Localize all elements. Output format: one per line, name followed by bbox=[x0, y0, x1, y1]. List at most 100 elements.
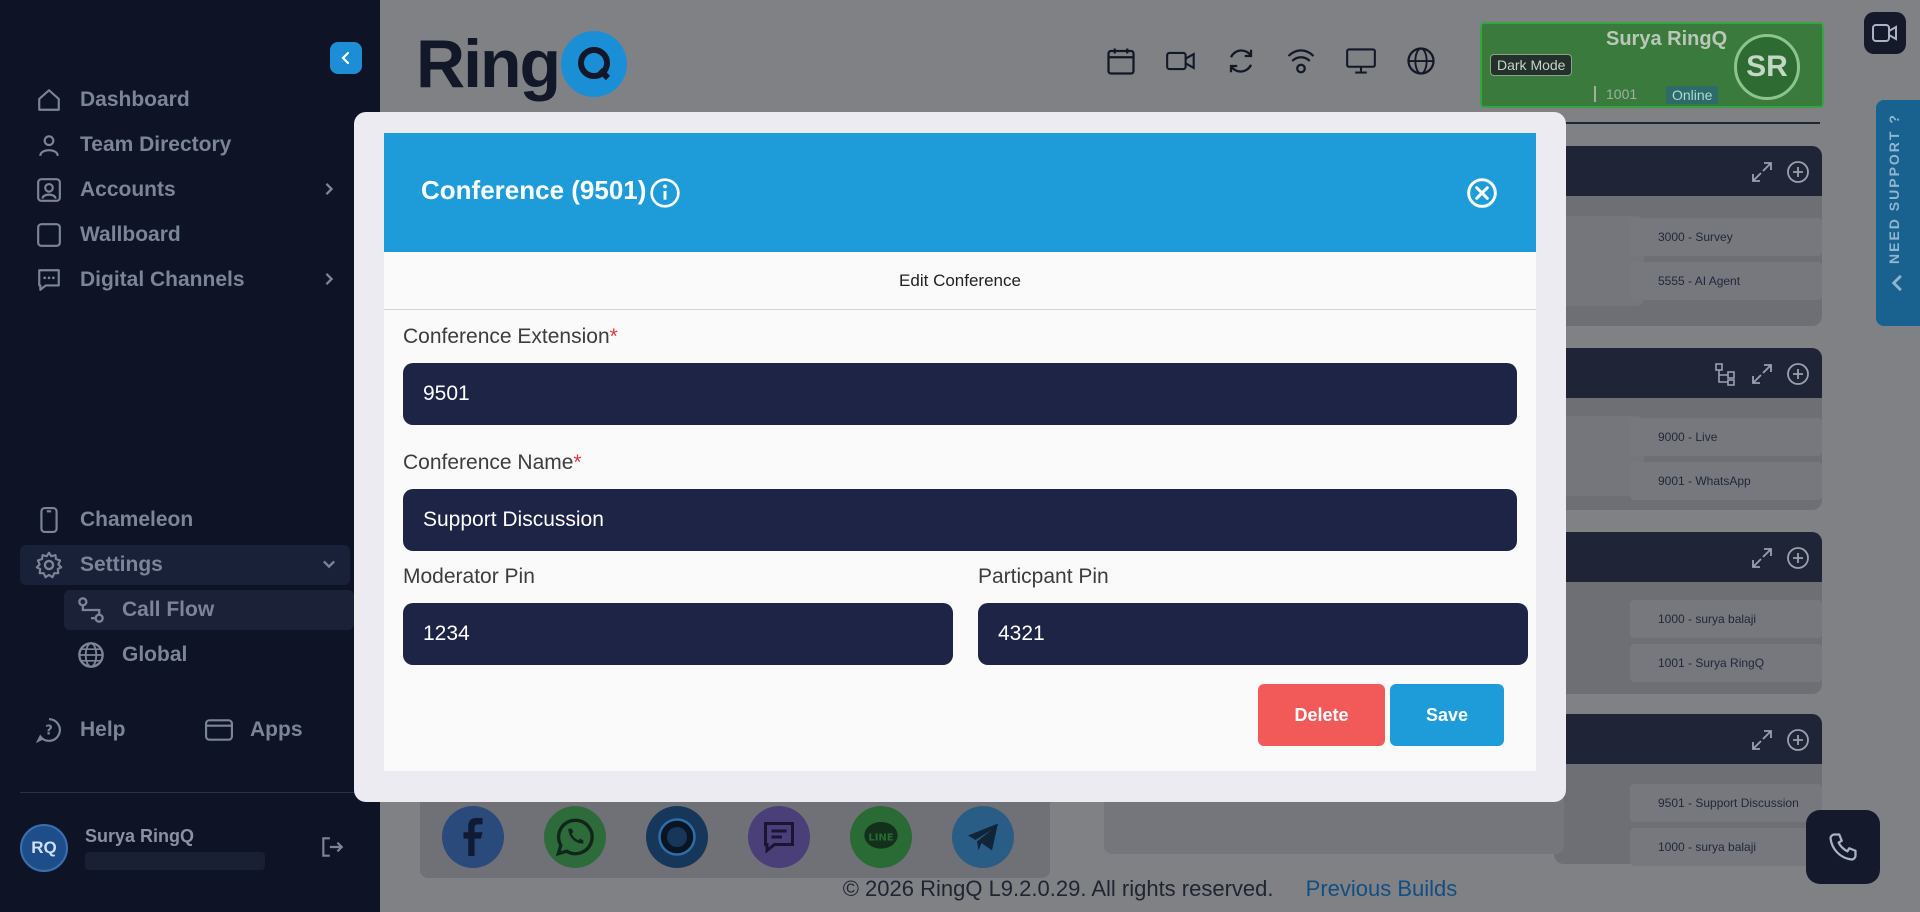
need-support-label: NEED SUPPORT ? bbox=[1886, 113, 1902, 264]
delete-button[interactable]: Delete bbox=[1258, 684, 1385, 746]
avatar[interactable]: RQ bbox=[20, 824, 68, 872]
video-call-button[interactable] bbox=[1864, 12, 1906, 54]
globe-icon bbox=[76, 640, 106, 670]
profile-card[interactable]: Surya RingQ Dark Mode 1001 Online SR bbox=[1480, 22, 1824, 108]
expand-icon[interactable] bbox=[1750, 362, 1774, 386]
logo-q-icon bbox=[561, 31, 628, 97]
chevron-down-icon bbox=[323, 560, 335, 569]
flow-card: 9501 - Support Discussion 1000 - surya b… bbox=[1104, 714, 1822, 866]
account-icon bbox=[34, 175, 64, 205]
sidebar-item-label: Global bbox=[122, 643, 188, 666]
moderator-pin-label: Moderator Pin bbox=[403, 565, 535, 588]
telegram-icon[interactable] bbox=[952, 806, 1014, 868]
phone-icon bbox=[1829, 833, 1857, 861]
sidebar: Dashboard Team Directory Accounts Wallbo… bbox=[0, 0, 380, 912]
apps-icon bbox=[204, 715, 234, 745]
home-icon bbox=[34, 85, 64, 115]
avatar[interactable]: SR bbox=[1734, 34, 1800, 100]
wifi-icon[interactable] bbox=[1286, 46, 1316, 76]
sidebar-user: RQ Surya RingQ bbox=[20, 820, 355, 880]
expand-icon[interactable] bbox=[1750, 728, 1774, 752]
add-circle-icon[interactable] bbox=[1786, 546, 1810, 570]
sidebar-item-accounts[interactable]: Accounts bbox=[20, 170, 350, 210]
moderator-pin-input[interactable] bbox=[403, 603, 953, 665]
participant-pin-input[interactable] bbox=[978, 603, 1528, 665]
dark-mode-toggle[interactable]: Dark Mode bbox=[1490, 54, 1573, 76]
list-item[interactable]: 9001 - WhatsApp bbox=[1630, 462, 1822, 500]
sidebar-item-help[interactable]: ? Help bbox=[20, 710, 170, 750]
globe-icon[interactable] bbox=[1406, 46, 1436, 76]
gear-icon bbox=[34, 550, 64, 580]
modal-subtitle: Edit Conference bbox=[384, 252, 1536, 310]
sidebar-item-wallboard[interactable]: Wallboard bbox=[20, 215, 350, 255]
sidebar-item-global[interactable]: Global bbox=[64, 635, 354, 675]
list-item[interactable]: 9000 - Live bbox=[1630, 418, 1822, 456]
flow-card: 3000 - Survey 5555 - AI Agent bbox=[1494, 146, 1822, 326]
edit-conference-modal: Conference (9501) Edit Conference Confer… bbox=[354, 112, 1566, 802]
conference-extension-input[interactable] bbox=[403, 363, 1517, 425]
dialer-button[interactable] bbox=[1806, 810, 1880, 884]
required-marker: * bbox=[573, 451, 582, 474]
list-item[interactable]: 3000 - Survey bbox=[1630, 218, 1822, 256]
user-email-blurred bbox=[85, 852, 265, 870]
logo-text: Ring bbox=[416, 26, 561, 102]
sidebar-item-apps[interactable]: Apps bbox=[190, 710, 340, 750]
expand-icon[interactable] bbox=[1750, 546, 1774, 570]
refresh-icon[interactable] bbox=[1226, 46, 1256, 76]
sidebar-item-team-directory[interactable]: Team Directory bbox=[20, 125, 350, 165]
phone-device-icon bbox=[34, 505, 64, 535]
list-item[interactable]: 9501 - Support Discussion bbox=[1630, 784, 1822, 822]
chevron-left-icon bbox=[341, 51, 350, 65]
sidebar-collapse-button[interactable] bbox=[330, 42, 362, 74]
expand-icon[interactable] bbox=[1750, 160, 1774, 184]
add-circle-icon[interactable] bbox=[1786, 160, 1810, 184]
close-icon[interactable] bbox=[1466, 177, 1498, 209]
chevron-left-icon bbox=[1891, 274, 1902, 292]
sidebar-item-dashboard[interactable]: Dashboard bbox=[20, 80, 350, 120]
calendar-icon[interactable] bbox=[1106, 46, 1136, 76]
modal-title: Conference (9501) bbox=[421, 175, 647, 205]
chat-icon bbox=[34, 265, 64, 295]
required-marker: * bbox=[609, 325, 618, 348]
status-badge: Online bbox=[1666, 86, 1719, 104]
list-item[interactable]: 1001 - Surya RingQ bbox=[1630, 644, 1822, 682]
whatsapp-icon[interactable] bbox=[544, 806, 606, 868]
line-icon[interactable]: LINE bbox=[850, 806, 912, 868]
sidebar-item-chameleon[interactable]: Chameleon bbox=[20, 500, 350, 540]
flow-card-header bbox=[1554, 532, 1822, 582]
list-item[interactable]: 1000 - surya balaji bbox=[1630, 828, 1822, 866]
digital-channels-strip: LINE bbox=[420, 796, 1050, 878]
square-icon bbox=[34, 220, 64, 250]
svg-text:?: ? bbox=[45, 723, 53, 738]
info-icon[interactable] bbox=[649, 177, 681, 209]
chevron-right-icon bbox=[325, 273, 334, 285]
conference-name-input[interactable] bbox=[403, 489, 1517, 551]
list-item[interactable]: 1000 - surya balaji bbox=[1630, 600, 1822, 638]
save-button[interactable]: Save bbox=[1390, 684, 1504, 746]
video-camera-icon bbox=[1872, 24, 1897, 42]
flow-card-header bbox=[1554, 348, 1822, 398]
ringq-chat-icon[interactable] bbox=[646, 806, 708, 868]
sidebar-item-settings[interactable]: Settings bbox=[20, 545, 350, 585]
need-support-tab[interactable]: NEED SUPPORT ? bbox=[1876, 100, 1920, 326]
facebook-icon[interactable] bbox=[442, 806, 504, 868]
sidebar-item-label: Accounts bbox=[80, 178, 176, 201]
add-circle-icon[interactable] bbox=[1786, 362, 1810, 386]
video-camera-icon[interactable] bbox=[1166, 46, 1196, 76]
add-circle-icon[interactable] bbox=[1786, 728, 1810, 752]
sidebar-item-digital-channels[interactable]: Digital Channels bbox=[20, 260, 350, 300]
previous-builds-link[interactable]: Previous Builds bbox=[1306, 876, 1458, 901]
sidebar-item-label: Apps bbox=[250, 718, 303, 741]
ringq-logo: Ring bbox=[416, 24, 628, 104]
user-name: Surya RingQ bbox=[85, 826, 195, 846]
sidebar-item-label: Digital Channels bbox=[80, 268, 245, 291]
list-item[interactable]: 5555 - AI Agent bbox=[1630, 262, 1822, 300]
sidebar-item-label: Help bbox=[80, 718, 126, 741]
sidebar-item-call-flow[interactable]: Call Flow bbox=[64, 590, 354, 630]
monitor-icon[interactable] bbox=[1346, 46, 1376, 76]
header-toolbar bbox=[1106, 46, 1436, 76]
sms-icon[interactable] bbox=[748, 806, 810, 868]
logout-icon[interactable] bbox=[319, 834, 345, 860]
hierarchy-icon[interactable] bbox=[1714, 362, 1738, 386]
footer: © 2026 RingQ L9.2.0.29. All rights reser… bbox=[380, 876, 1920, 902]
